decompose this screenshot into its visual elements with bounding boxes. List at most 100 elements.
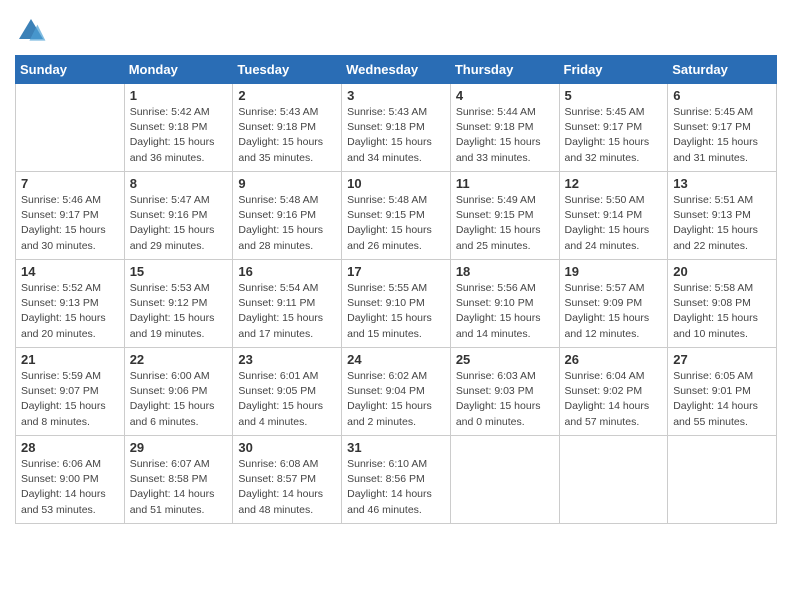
calendar-cell: 25 Sunrise: 6:03 AM Sunset: 9:03 PM Dayli… [450, 348, 559, 436]
day-info: Sunrise: 6:03 AM Sunset: 9:03 PM Dayligh… [456, 369, 554, 430]
calendar-cell: 19 Sunrise: 5:57 AM Sunset: 9:09 PM Dayli… [559, 260, 668, 348]
day-number: 9 [238, 176, 336, 191]
calendar-cell: 5Sunrise: 5:45 AM Sunset: 9:17 PM Daylig… [559, 84, 668, 172]
day-info: Sunrise: 5:46 AM Sunset: 9:17 PM Dayligh… [21, 193, 119, 254]
week-row-1: 1 Sunrise: 5:42 AM Sunset: 9:18 PM Daylig… [16, 84, 777, 172]
day-number: 19 [565, 264, 663, 279]
calendar-cell: 17Sunrise: 5:55 AM Sunset: 9:10 PM Dayli… [342, 260, 451, 348]
week-row-2: 7 Sunrise: 5:46 AM Sunset: 9:17 PM Daylig… [16, 172, 777, 260]
calendar-cell: 1 Sunrise: 5:42 AM Sunset: 9:18 PM Daylig… [124, 84, 233, 172]
calendar-header-row: SundayMondayTuesdayWednesdayThursdayFrid… [16, 56, 777, 84]
calendar-cell: 7 Sunrise: 5:46 AM Sunset: 9:17 PM Daylig… [16, 172, 125, 260]
calendar-cell: 24 Sunrise: 6:02 AM Sunset: 9:04 PM Dayli… [342, 348, 451, 436]
calendar-header-sunday: Sunday [16, 56, 125, 84]
calendar-cell: 14 Sunrise: 5:52 AM Sunset: 9:13 PM Dayli… [16, 260, 125, 348]
calendar-header-thursday: Thursday [450, 56, 559, 84]
calendar-cell [16, 84, 125, 172]
day-number: 12 [565, 176, 663, 191]
logo-icon [15, 15, 47, 47]
day-number: 22 [130, 352, 228, 367]
week-row-5: 28Sunrise: 6:06 AM Sunset: 9:00 PM Dayli… [16, 436, 777, 524]
day-info: Sunrise: 5:48 AM Sunset: 9:16 PM Dayligh… [238, 193, 336, 254]
day-number: 15 [130, 264, 228, 279]
day-number: 25 [456, 352, 554, 367]
day-info: Sunrise: 6:06 AM Sunset: 9:00 PM Dayligh… [21, 457, 119, 518]
day-info: Sunrise: 6:00 AM Sunset: 9:06 PM Dayligh… [130, 369, 228, 430]
day-info: Sunrise: 6:02 AM Sunset: 9:04 PM Dayligh… [347, 369, 445, 430]
calendar-cell: 13 Sunrise: 5:51 AM Sunset: 9:13 PM Dayli… [668, 172, 777, 260]
day-info: Sunrise: 6:01 AM Sunset: 9:05 PM Dayligh… [238, 369, 336, 430]
day-number: 17 [347, 264, 445, 279]
day-number: 3 [347, 88, 445, 103]
day-info: Sunrise: 5:47 AM Sunset: 9:16 PM Dayligh… [130, 193, 228, 254]
calendar-cell: 10Sunrise: 5:48 AM Sunset: 9:15 PM Dayli… [342, 172, 451, 260]
calendar-table: SundayMondayTuesdayWednesdayThursdayFrid… [15, 55, 777, 524]
day-info: Sunrise: 6:08 AM Sunset: 8:57 PM Dayligh… [238, 457, 336, 518]
calendar-cell: 11 Sunrise: 5:49 AM Sunset: 9:15 PM Dayli… [450, 172, 559, 260]
day-info: Sunrise: 5:51 AM Sunset: 9:13 PM Dayligh… [673, 193, 771, 254]
week-row-4: 21Sunrise: 5:59 AM Sunset: 9:07 PM Dayli… [16, 348, 777, 436]
day-info: Sunrise: 5:53 AM Sunset: 9:12 PM Dayligh… [130, 281, 228, 342]
day-number: 29 [130, 440, 228, 455]
day-info: Sunrise: 5:54 AM Sunset: 9:11 PM Dayligh… [238, 281, 336, 342]
day-info: Sunrise: 6:10 AM Sunset: 8:56 PM Dayligh… [347, 457, 445, 518]
calendar-cell: 3Sunrise: 5:43 AM Sunset: 9:18 PM Daylig… [342, 84, 451, 172]
day-info: Sunrise: 5:56 AM Sunset: 9:10 PM Dayligh… [456, 281, 554, 342]
calendar-cell: 2 Sunrise: 5:43 AM Sunset: 9:18 PM Daylig… [233, 84, 342, 172]
day-number: 30 [238, 440, 336, 455]
calendar-cell [450, 436, 559, 524]
calendar-cell: 15 Sunrise: 5:53 AM Sunset: 9:12 PM Dayli… [124, 260, 233, 348]
calendar-cell [668, 436, 777, 524]
day-info: Sunrise: 5:42 AM Sunset: 9:18 PM Dayligh… [130, 105, 228, 166]
calendar-header-wednesday: Wednesday [342, 56, 451, 84]
calendar-header-saturday: Saturday [668, 56, 777, 84]
day-info: Sunrise: 5:52 AM Sunset: 9:13 PM Dayligh… [21, 281, 119, 342]
calendar-cell: 18 Sunrise: 5:56 AM Sunset: 9:10 PM Dayli… [450, 260, 559, 348]
day-info: Sunrise: 5:57 AM Sunset: 9:09 PM Dayligh… [565, 281, 663, 342]
day-info: Sunrise: 5:45 AM Sunset: 9:17 PM Dayligh… [673, 105, 771, 166]
day-info: Sunrise: 5:49 AM Sunset: 9:15 PM Dayligh… [456, 193, 554, 254]
calendar-cell: 21Sunrise: 5:59 AM Sunset: 9:07 PM Dayli… [16, 348, 125, 436]
day-number: 14 [21, 264, 119, 279]
day-info: Sunrise: 5:59 AM Sunset: 9:07 PM Dayligh… [21, 369, 119, 430]
calendar-cell: 6 Sunrise: 5:45 AM Sunset: 9:17 PM Daylig… [668, 84, 777, 172]
day-number: 20 [673, 264, 771, 279]
calendar-cell: 29 Sunrise: 6:07 AM Sunset: 8:58 PM Dayli… [124, 436, 233, 524]
day-number: 5 [565, 88, 663, 103]
day-number: 24 [347, 352, 445, 367]
day-number: 1 [130, 88, 228, 103]
calendar-header-monday: Monday [124, 56, 233, 84]
day-number: 6 [673, 88, 771, 103]
day-number: 13 [673, 176, 771, 191]
day-info: Sunrise: 5:48 AM Sunset: 9:15 PM Dayligh… [347, 193, 445, 254]
day-number: 7 [21, 176, 119, 191]
calendar-cell: 27Sunrise: 6:05 AM Sunset: 9:01 PM Dayli… [668, 348, 777, 436]
calendar-cell: 23Sunrise: 6:01 AM Sunset: 9:05 PM Dayli… [233, 348, 342, 436]
week-row-3: 14 Sunrise: 5:52 AM Sunset: 9:13 PM Dayli… [16, 260, 777, 348]
calendar-cell [559, 436, 668, 524]
day-number: 8 [130, 176, 228, 191]
calendar-cell: 16 Sunrise: 5:54 AM Sunset: 9:11 PM Dayli… [233, 260, 342, 348]
calendar-cell: 9 Sunrise: 5:48 AM Sunset: 9:16 PM Daylig… [233, 172, 342, 260]
day-number: 18 [456, 264, 554, 279]
day-number: 2 [238, 88, 336, 103]
day-info: Sunrise: 6:04 AM Sunset: 9:02 PM Dayligh… [565, 369, 663, 430]
page: SundayMondayTuesdayWednesdayThursdayFrid… [0, 0, 792, 612]
day-number: 31 [347, 440, 445, 455]
calendar-cell: 31 Sunrise: 6:10 AM Sunset: 8:56 PM Dayli… [342, 436, 451, 524]
calendar-header-friday: Friday [559, 56, 668, 84]
logo [15, 15, 51, 47]
day-number: 11 [456, 176, 554, 191]
day-info: Sunrise: 5:50 AM Sunset: 9:14 PM Dayligh… [565, 193, 663, 254]
day-info: Sunrise: 5:43 AM Sunset: 9:18 PM Dayligh… [238, 105, 336, 166]
calendar-cell: 20 Sunrise: 5:58 AM Sunset: 9:08 PM Dayli… [668, 260, 777, 348]
day-info: Sunrise: 5:58 AM Sunset: 9:08 PM Dayligh… [673, 281, 771, 342]
day-info: Sunrise: 6:05 AM Sunset: 9:01 PM Dayligh… [673, 369, 771, 430]
calendar-cell: 8 Sunrise: 5:47 AM Sunset: 9:16 PM Daylig… [124, 172, 233, 260]
day-info: Sunrise: 6:07 AM Sunset: 8:58 PM Dayligh… [130, 457, 228, 518]
header [15, 10, 777, 47]
calendar-cell: 26Sunrise: 6:04 AM Sunset: 9:02 PM Dayli… [559, 348, 668, 436]
day-number: 4 [456, 88, 554, 103]
calendar-cell: 22 Sunrise: 6:00 AM Sunset: 9:06 PM Dayli… [124, 348, 233, 436]
day-number: 16 [238, 264, 336, 279]
